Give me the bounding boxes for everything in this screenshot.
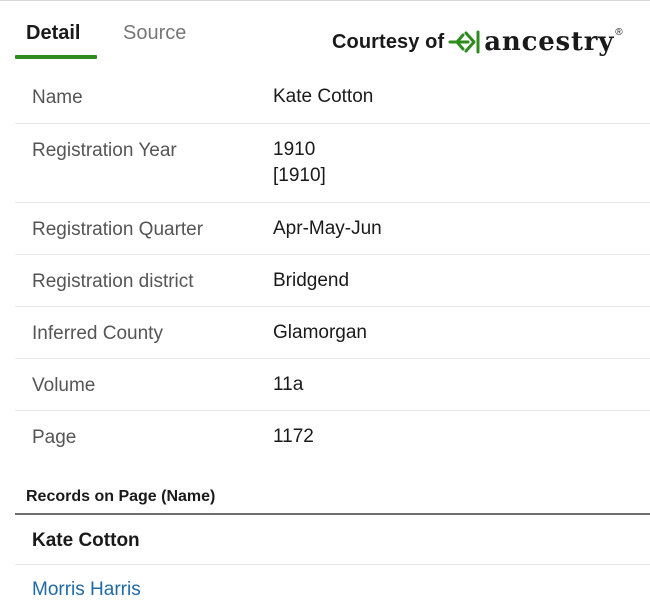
records-on-page-heading: Records on Page (Name) bbox=[26, 488, 216, 505]
tab-bar: Detail Source bbox=[15, 12, 215, 60]
record-detail-table: Name Kate Cotton Registration Year 1910 … bbox=[15, 71, 650, 462]
record-link-morris-harris[interactable]: Morris Harris bbox=[32, 579, 141, 601]
detail-row-registration-year: Registration Year 1910 [1910] bbox=[15, 124, 650, 203]
detail-value: 1910 [1910] bbox=[273, 137, 326, 189]
detail-label: Registration Year bbox=[32, 140, 177, 161]
record-divider bbox=[15, 564, 650, 565]
detail-value: 11a bbox=[273, 374, 304, 395]
detail-row-volume: Volume 11a bbox=[15, 359, 650, 411]
detail-row-name: Name Kate Cotton bbox=[15, 71, 650, 124]
detail-value: Apr-May-Jun bbox=[273, 218, 382, 239]
detail-value: Bridgend bbox=[273, 270, 350, 291]
tab-source[interactable]: Source bbox=[123, 22, 186, 45]
detail-label: Volume bbox=[32, 375, 96, 396]
record-item-current: Kate Cotton bbox=[32, 530, 140, 551]
courtesy-branding: Courtesy of ancestry ® bbox=[332, 26, 623, 58]
detail-value-secondary: [1910] bbox=[273, 165, 326, 186]
detail-value: Glamorgan bbox=[273, 322, 367, 343]
active-tab-indicator bbox=[15, 55, 97, 59]
detail-row-inferred-county: Inferred County Glamorgan bbox=[15, 307, 650, 359]
detail-value-primary: 1910 bbox=[273, 139, 316, 160]
detail-row-registration-quarter: Registration Quarter Apr-May-Jun bbox=[15, 203, 650, 255]
detail-label: Registration district bbox=[32, 271, 194, 292]
records-heading-divider bbox=[15, 513, 650, 515]
detail-label: Name bbox=[32, 87, 83, 108]
detail-row-page: Page 1172 bbox=[15, 411, 650, 462]
trademark-symbol: ® bbox=[615, 26, 623, 38]
courtesy-label: Courtesy of bbox=[332, 30, 445, 53]
detail-label: Page bbox=[32, 427, 77, 448]
tab-detail[interactable]: Detail bbox=[26, 22, 80, 45]
ancestry-logo-text: ancestry bbox=[484, 27, 615, 57]
detail-label: Inferred County bbox=[32, 323, 163, 344]
detail-value: Kate Cotton bbox=[273, 86, 374, 107]
ancestry-leaf-icon bbox=[448, 30, 480, 54]
detail-value: 1172 bbox=[273, 426, 314, 447]
top-divider bbox=[0, 0, 650, 1]
detail-row-registration-district: Registration district Bridgend bbox=[15, 255, 650, 307]
detail-label: Registration Quarter bbox=[32, 219, 204, 240]
